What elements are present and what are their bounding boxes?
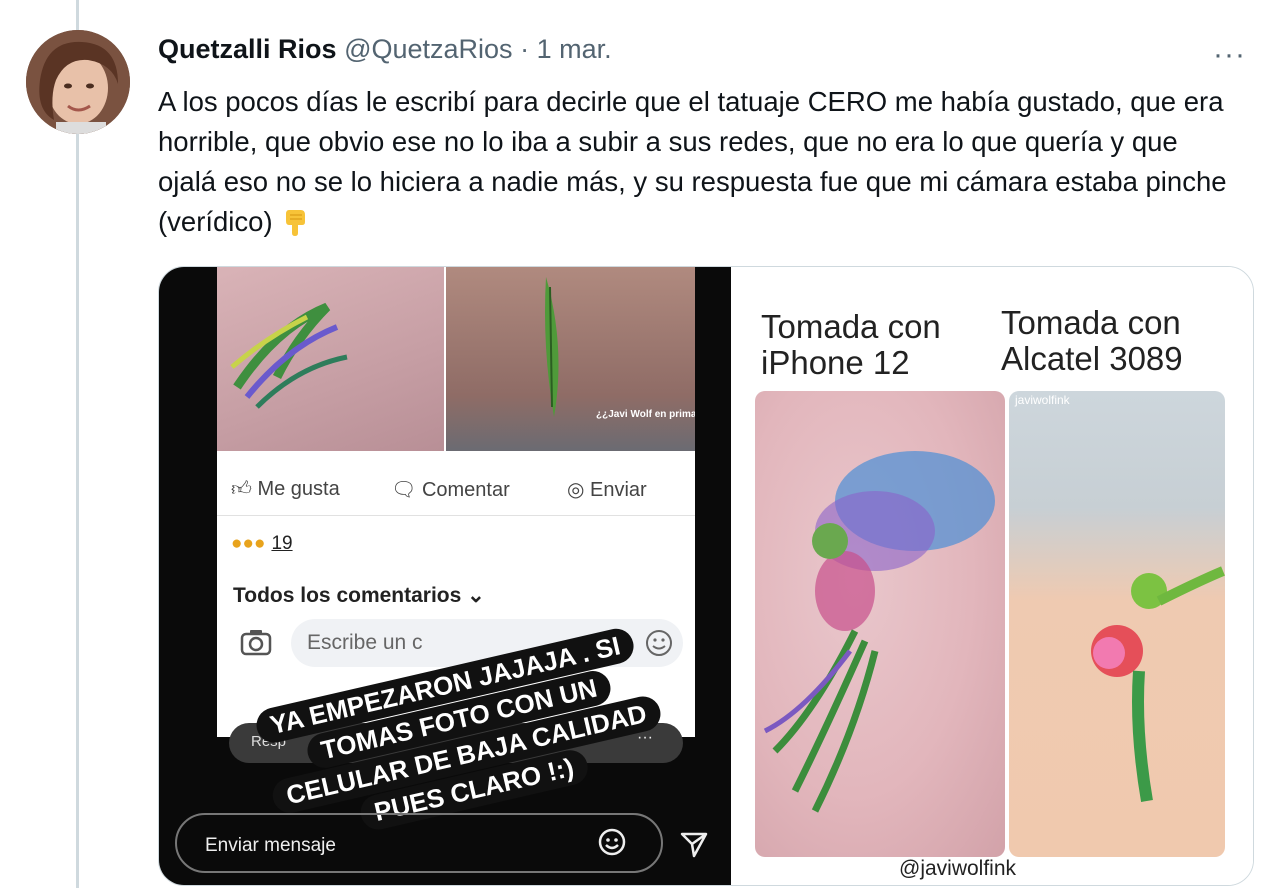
tweet-text: A los pocos días le escribí para decirle…: [158, 82, 1238, 242]
paper-plane-icon: [680, 832, 708, 858]
tattoo-photo-2: ¿¿Javi Wolf en primaria??: [446, 267, 721, 451]
author-handle[interactable]: @QuetzaRios: [344, 34, 512, 64]
photo-2-caption: ¿¿Javi Wolf en primaria??: [596, 409, 695, 420]
photo-credit: @javiwolfink: [899, 857, 1017, 880]
tattoo-photo-1: [217, 267, 444, 451]
author-name[interactable]: Quetzalli Rios: [158, 34, 337, 64]
all-comments-header: Todos los comentarios ⌄: [233, 583, 485, 608]
thumbs-up-icon: 👍︎: [231, 478, 252, 500]
send-button: ◎ Enviar: [567, 477, 647, 502]
more-options-icon[interactable]: ···: [1213, 38, 1246, 72]
reaction-emojis-icon: ●●●: [231, 533, 266, 554]
like-button: 👍︎ Me gusta: [231, 477, 340, 501]
tattoo-photo-alcatel: javiwolfink: [1009, 391, 1225, 857]
caption-alcatel: Tomada con Alcatel 3089: [1001, 304, 1183, 377]
comment-bubble-icon: 🗨︎: [391, 479, 417, 501]
chevron-down-icon: ⌄: [467, 584, 485, 607]
tweet-date[interactable]: 1 mar.: [537, 34, 612, 64]
send-message-placeholder: Enviar mensaje: [205, 835, 336, 856]
separator-dot: ·: [520, 34, 530, 64]
backhand-pointing-down-icon: [286, 210, 306, 236]
tweet-body: A los pocos días le escribí para decirle…: [158, 86, 1227, 237]
sticker-face-icon: [598, 828, 626, 856]
messenger-icon: ◎: [567, 479, 585, 501]
reaction-count: 19: [271, 533, 293, 554]
comparison-image: Tomada con iPhone 12 Tomada con Alcatel …: [733, 267, 1253, 885]
photo-2-handle: javiwolfink: [1015, 393, 1070, 407]
avatar[interactable]: [26, 30, 130, 134]
instagram-story-screenshot: ¿¿Javi Wolf en primaria?? 👍︎ Me gusta 🗨︎…: [159, 267, 731, 885]
caption-iphone: Tomada con iPhone 12: [761, 308, 941, 381]
send-label: Enviar: [590, 479, 647, 501]
tweet-media[interactable]: ¿¿Javi Wolf en primaria?? 👍︎ Me gusta 🗨︎…: [158, 266, 1254, 886]
comment-button: 🗨︎ Comentar: [391, 477, 510, 502]
like-label: Me gusta: [257, 478, 340, 500]
divider: [217, 515, 695, 516]
comment-placeholder: Escribe un c: [307, 631, 423, 654]
comments-header-label: Todos los comentarios: [233, 584, 462, 607]
comment-label: Comentar: [421, 479, 510, 501]
camera-icon: [240, 630, 272, 656]
facebook-actions-bar: 👍︎ Me gusta 🗨︎ Comentar ◎ Enviar: [217, 467, 695, 511]
reaction-summary: ●●● 19: [231, 533, 293, 555]
tattoo-photo-iphone: [755, 391, 1005, 857]
tweet-header: Quetzalli Rios @QuetzaRios · 1 mar.: [158, 34, 612, 65]
